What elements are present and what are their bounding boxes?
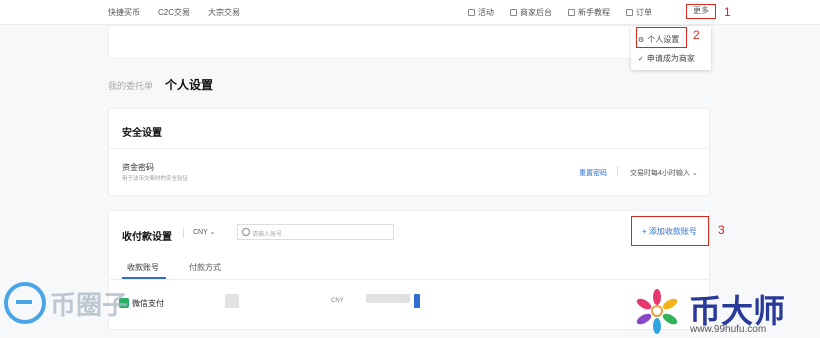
- tab-payment-methods[interactable]: 付款方式: [189, 262, 221, 273]
- nav-orders[interactable]: 订单: [626, 7, 652, 18]
- account-search-input[interactable]: 请输入账号: [237, 224, 394, 240]
- add-account-button[interactable]: + 添加收款账号: [631, 216, 709, 246]
- payment-subtabs: 收款账号 付款方式: [127, 262, 221, 273]
- annotation-1: 1: [724, 5, 731, 19]
- search-placeholder: 请输入账号: [252, 232, 283, 238]
- tab-personal-settings[interactable]: 个人设置: [165, 76, 213, 93]
- currency-select[interactable]: CNY ⌄: [193, 228, 215, 236]
- chevron-down-icon: ⌄: [691, 170, 698, 177]
- top-card: [108, 25, 710, 59]
- main-nav: 快捷买币 C2C交易 大宗交易: [108, 7, 240, 18]
- top-navbar: 快捷买币 C2C交易 大宗交易 活动 商家后台 新手教程 订单 更多: [0, 0, 820, 25]
- menu-apply-merchant[interactable]: ✓ 申请成为商家: [638, 53, 695, 64]
- separator: [183, 228, 184, 238]
- document-icon: [626, 9, 633, 16]
- page-tabs: 我的委托单 个人设置: [108, 76, 213, 93]
- gift-icon: [468, 9, 475, 16]
- fund-password-label: 资金密码: [122, 163, 154, 172]
- fund-password-desc: 用于法币交易时的安全验证: [122, 176, 189, 182]
- right-nav: 活动 商家后台 新手教程 订单: [468, 7, 652, 18]
- nav-quick-buy[interactable]: 快捷买币: [108, 7, 140, 18]
- search-icon: [242, 228, 250, 236]
- divider: [110, 279, 708, 280]
- reset-password-link[interactable]: 重置密码: [579, 168, 607, 178]
- security-title: 安全设置: [122, 128, 162, 139]
- chevron-down-icon: ⌄: [209, 229, 216, 236]
- nav-tutorial[interactable]: 新手教程: [568, 7, 610, 18]
- check-circle-icon: ✓: [638, 55, 644, 63]
- payment-method-name: 微信支付: [132, 299, 164, 308]
- flower-logo-icon: [636, 289, 678, 334]
- blurred-account: [366, 294, 410, 303]
- video-icon: [568, 9, 575, 16]
- store-icon: [510, 9, 517, 16]
- watermark-logo-icon: [4, 282, 46, 324]
- nav-c2c[interactable]: C2C交易: [158, 7, 190, 18]
- annotation-3: 3: [718, 223, 725, 237]
- nav-activity[interactable]: 活动: [468, 7, 494, 18]
- security-card: [108, 108, 710, 196]
- payment-title: 收付款设置: [122, 232, 172, 243]
- qr-code-icon[interactable]: [414, 294, 420, 308]
- tab-my-orders[interactable]: 我的委托单: [108, 79, 153, 92]
- tab-receive-accounts[interactable]: 收款账号: [127, 262, 159, 273]
- blurred-name: [225, 294, 239, 308]
- annotation-2: 2: [693, 28, 700, 42]
- highlight-box-2: [636, 27, 687, 48]
- nav-merchant[interactable]: 商家后台: [510, 7, 552, 18]
- more-button[interactable]: 更多: [686, 4, 716, 19]
- row-currency: CNY: [331, 298, 344, 304]
- divider: [110, 148, 708, 149]
- password-rule-select[interactable]: 交易时每4小时输入 ⌄: [630, 168, 698, 178]
- nav-block-trade[interactable]: 大宗交易: [208, 7, 240, 18]
- separator: [617, 166, 618, 176]
- watermark-left: 币圈子: [4, 282, 128, 324]
